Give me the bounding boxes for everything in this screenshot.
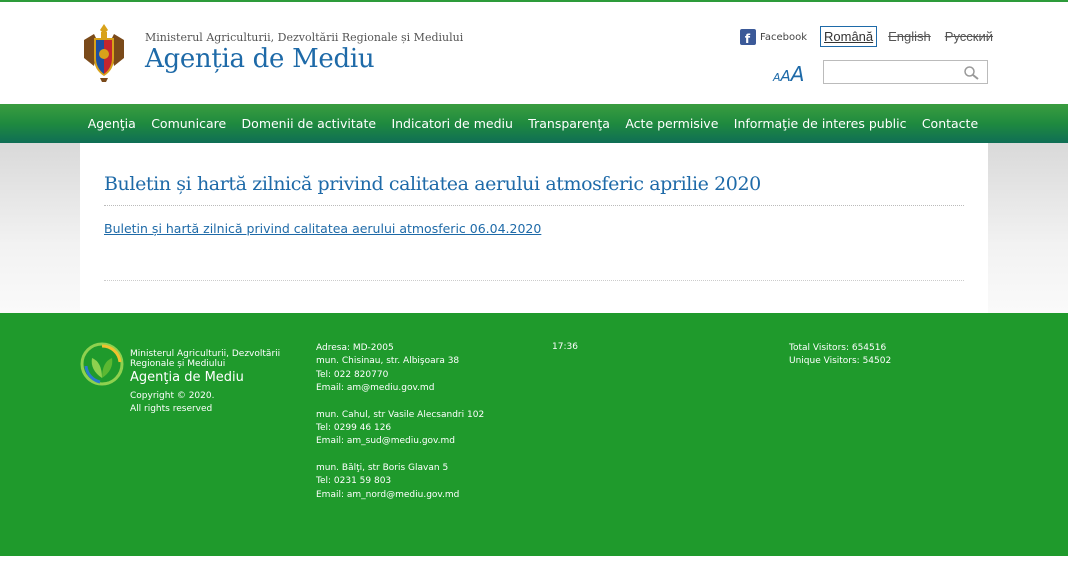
total-visitors: Total Visitors: 654516 [789,343,887,353]
address-line: mun. Chisinau, str. Albişoara 38 [316,356,460,367]
address-line: Adresa: MD-2005 [316,343,394,353]
search-box [823,60,988,84]
nav-item-contacte[interactable]: Contacte [914,116,986,131]
nav-item-transparenta[interactable]: Transparenţa [521,116,618,131]
nav-item-indicatori[interactable]: Indicatori de mediu [384,116,521,131]
nav-item-comunicare[interactable]: Comunicare [144,116,234,131]
copyright-text: Copyright © 2020. [130,391,215,401]
nav-item-agentia[interactable]: Agenţia [80,116,144,131]
language-switcher: Română English Русский [820,26,996,47]
coat-of-arms-logo[interactable] [80,20,128,84]
phone-line: Tel: 0231 59 803 [316,476,392,487]
divider [104,280,964,281]
agency-title[interactable]: Agenția de Mediu [145,44,375,74]
phone-line: Tel: 0299 46 126 [316,423,392,434]
address-chisinau: Adresa: MD-2005 mun. Chisinau, str. Albi… [316,342,484,396]
footer-addresses: Adresa: MD-2005 mun. Chisinau, str. Albi… [316,342,484,515]
search-input[interactable] [828,62,958,84]
footer-ministry: Ministerul Agriculturii, Dezvoltării Reg… [130,349,281,369]
nav-item-domenii[interactable]: Domenii de activitate [234,116,384,131]
font-size-small[interactable]: A [773,71,781,84]
font-size-controls: AAA [773,62,804,86]
ministry-name: Ministerul Agriculturii, Dezvoltării Reg… [145,31,464,44]
nav-item-acte[interactable]: Acte permisive [618,116,726,131]
email-line: Email: am_sud@mediu.gov.md [316,436,456,447]
lang-romana[interactable]: Română [820,26,878,47]
site-header: Ministerul Agriculturii, Dezvoltării Reg… [0,2,1068,104]
address-cahul: mun. Cahul, str Vasile Alecsandri 102 Te… [316,409,484,449]
lang-russian[interactable]: Русский [942,27,996,46]
footer-copyright: Copyright © 2020. All rights reserved [130,390,214,416]
visitor-counter: Total Visitors: 654516 Unique Visitors: … [789,342,891,368]
main-content: Buletin și hartă zilnică privind calitat… [80,143,988,313]
page-bottom [0,556,1068,580]
phone-line: Tel: 022 820770 [316,369,389,380]
address-balti: mun. Bălţi, str Boris Glavan 5 Tel: 0231… [316,462,484,502]
facebook-label: Facebook [760,31,807,43]
bulletin-link[interactable]: Buletin și hartă zilnică privind calitat… [104,221,541,236]
search-icon[interactable] [963,65,979,81]
email-line: Email: am@mediu.gov.md [316,383,435,394]
rights-text: All rights reserved [130,404,213,414]
email-line: Email: am_nord@mediu.gov.md [316,489,460,500]
main-navigation: Agenţia Comunicare Domenii de activitate… [0,104,1068,143]
site-footer: Ministerul Agriculturii, Dezvoltării Reg… [0,313,1068,556]
footer-time: 17:36 [552,342,578,352]
facebook-link[interactable]: f Facebook [740,29,807,45]
agency-leaf-logo [80,342,124,386]
address-line: mun. Bălţi, str Boris Glavan 5 [316,462,449,473]
page-title: Buletin și hartă zilnică privind calitat… [104,173,761,195]
lang-english[interactable]: English [885,27,934,46]
footer-agency: Agenţia de Mediu [130,370,244,385]
font-size-medium[interactable]: A [781,67,791,85]
divider [104,205,964,206]
nav-item-informatie[interactable]: Informaţie de interes public [726,116,914,131]
unique-visitors: Unique Visitors: 54502 [789,356,892,366]
facebook-icon: f [740,29,756,45]
font-size-large[interactable]: A [791,62,805,86]
address-line: mun. Cahul, str Vasile Alecsandri 102 [316,409,485,420]
